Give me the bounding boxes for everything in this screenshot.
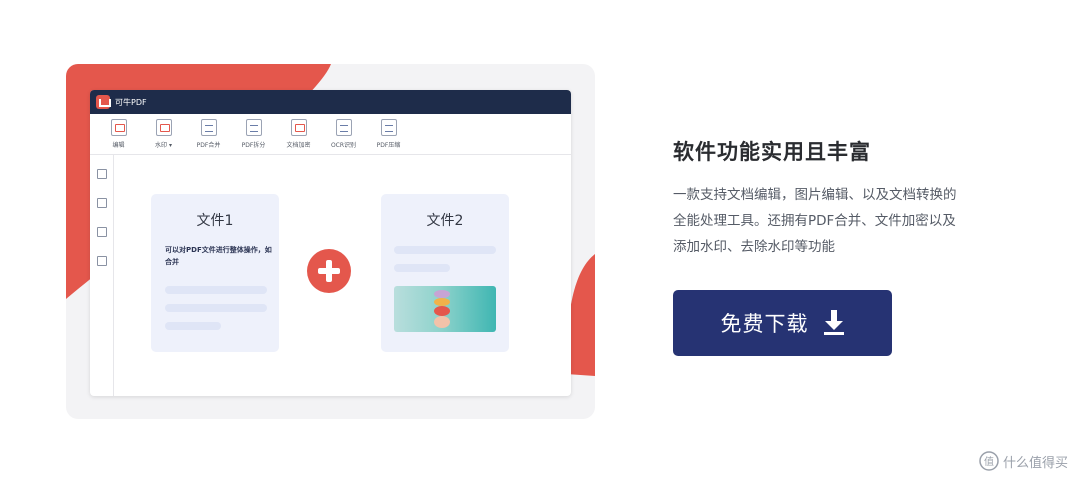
document-card-1: 文件1 可以对PDF文件进行整体操作，如合并 [151,194,279,352]
merge-icon [200,119,217,136]
document-title: 文件2 [426,213,464,229]
split-icon [245,119,262,136]
watermark-icon [155,119,172,136]
download-button[interactable]: 免费下载 [673,290,892,356]
title-bar: 可牛PDF [90,90,571,114]
zhi-icon: 值 [979,451,999,471]
tool-label: 水印 ▾ [155,142,172,149]
compress-icon [380,119,397,136]
tool-label: OCR识别 [330,142,357,149]
svg-text:值: 值 [984,455,994,468]
tool-label: 编辑 [112,142,125,149]
lock-icon [290,119,307,136]
image-icon[interactable] [96,227,107,237]
document-title: 文件1 [196,213,234,229]
tool-edit[interactable]: 编辑 [96,119,141,149]
image-thumbnail [394,286,496,332]
tool-watermark[interactable]: 水印 ▾ [141,119,186,149]
document-description: 可以对PDF文件进行整体操作，如合并 [165,246,272,266]
plus-icon [307,249,351,293]
tool-ocr[interactable]: OCR识别 [321,119,366,149]
watermark: 值 什么值得买 [979,451,1068,471]
download-icon [823,310,844,335]
app-window: 可牛PDF 编辑 水印 ▾ PDF合并 PDF拆分 文档加密 OCR识别 PDF… [90,90,571,396]
edit-icon [110,119,127,136]
sidebar [90,155,114,396]
tool-encrypt[interactable]: 文档加密 [276,119,321,149]
placeholder-line [394,246,496,254]
document-card-2: 文件2 [381,194,509,352]
app-logo-icon [96,95,111,109]
placeholder-line [394,264,450,272]
tool-label: PDF拆分 [241,142,266,149]
tool-split[interactable]: PDF拆分 [231,119,276,149]
description-line: 一款支持文档编辑，图片编辑、以及文档转换的 [673,187,957,203]
placeholder-line [165,286,267,294]
feature-title: 软件功能实用且丰富 [673,140,871,164]
tool-label: PDF合并 [196,142,221,149]
ocr-icon [335,119,352,136]
tool-compress[interactable]: PDF压缩 [366,119,411,149]
download-label: 免费下载 [720,312,809,336]
placeholder-line [165,322,221,330]
tool-merge[interactable]: PDF合并 [186,119,231,149]
app-title: 可牛PDF [115,97,147,107]
thumbnail-icon[interactable] [96,169,107,179]
description-line: 全能处理工具。还拥有PDF合并、文件加密以及 [673,213,956,229]
bookmark-icon[interactable] [96,198,107,208]
product-preview-card: 可牛PDF 编辑 水印 ▾ PDF合并 PDF拆分 文档加密 OCR识别 PDF… [66,64,595,419]
feature-description: 一款支持文档编辑，图片编辑、以及文档转换的 全能处理工具。还拥有PDF合并、文件… [673,182,1013,260]
tool-label: 文档加密 [286,142,311,149]
tool-label: PDF压缩 [376,142,401,149]
placeholder-line [165,304,267,312]
description-line: 添加水印、去除水印等功能 [673,239,835,255]
toolbar: 编辑 水印 ▾ PDF合并 PDF拆分 文档加密 OCR识别 PDF压缩 [90,114,571,155]
watermark-text: 什么值得买 [1002,455,1068,471]
page-icon[interactable] [96,256,107,266]
